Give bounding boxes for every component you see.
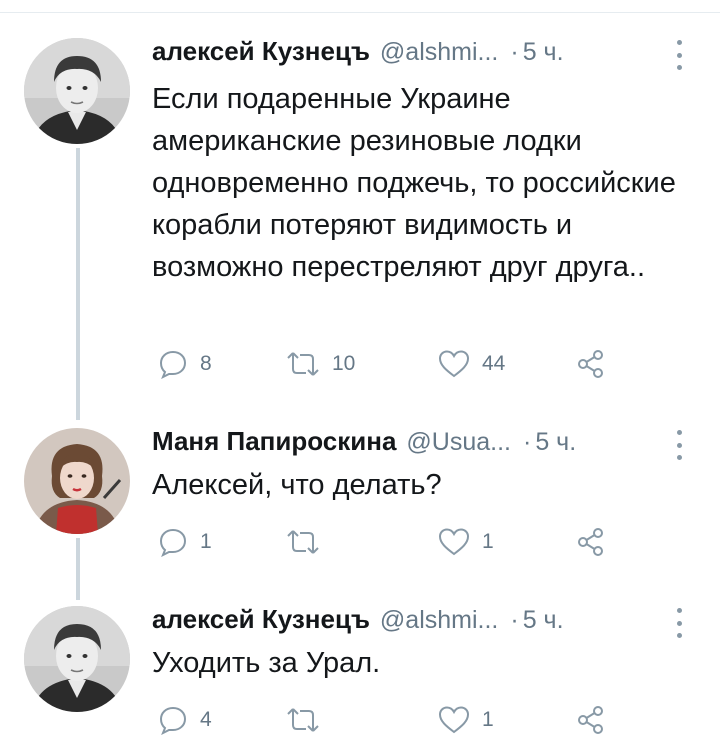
reply-icon [159,350,187,379]
avatar[interactable] [24,428,130,534]
separator-dot: · [510,38,519,66]
timestamp[interactable]: 5 ч. [523,606,564,635]
tweet[interactable]: алексей Кузнецъ @alshmi... · 5 ч. Уходит… [0,604,720,735]
tweet-header: Маня Папироскина @Usua... · 5 ч. [152,426,576,466]
display-name[interactable]: алексей Кузнецъ [152,604,370,635]
heart-icon [438,350,470,378]
tweet-text: Если подаренные Украине американские рез… [152,83,676,283]
reply-count: 4 [200,708,212,731]
retweet-button[interactable]: 10 [286,344,355,384]
user-handle[interactable]: @alshmi... [380,606,498,635]
share-button[interactable] [576,344,606,384]
reply-count: 1 [200,530,212,553]
avatar[interactable] [24,38,130,144]
retweet-icon [287,530,319,554]
like-count: 1 [482,530,494,553]
like-count: 44 [482,352,506,375]
share-button[interactable] [576,522,606,562]
user-handle[interactable]: @alshmi... [380,38,498,67]
more-vertical-icon[interactable] [672,608,686,638]
retweet-count: 10 [332,352,356,375]
retweet-button[interactable] [286,700,332,740]
action-bar: 1 1 [152,522,632,562]
tweet[interactable]: Маня Папироскина @Usua... · 5 ч. Алексей… [0,426,720,566]
action-bar: 8 10 44 [152,344,632,384]
display-name[interactable]: Маня Папироскина [152,426,396,457]
boy-portrait-avatar [24,38,130,144]
share-button[interactable] [576,700,606,740]
retweet-button[interactable] [286,522,332,562]
heart-icon [438,706,470,734]
share-icon [578,528,603,556]
like-button[interactable]: 1 [438,700,494,740]
boy-portrait-avatar [24,606,130,712]
reply-button[interactable]: 1 [158,522,212,562]
reply-button[interactable]: 8 [158,344,212,384]
separator-dot: · [523,428,532,456]
like-button[interactable]: 1 [438,522,494,562]
timestamp[interactable]: 5 ч. [535,428,576,457]
reply-icon [159,706,187,735]
share-icon [578,350,603,378]
reply-count: 8 [200,352,212,375]
tweet-text: Уходить за Урал. [152,647,381,679]
retweet-icon [287,352,319,376]
girl-portrait-avatar [24,428,130,534]
reply-icon [159,528,187,557]
retweet-icon [287,708,319,732]
avatar[interactable] [24,606,130,712]
top-divider [0,12,720,13]
tweet[interactable]: алексей Кузнецъ @alshmi... · 5 ч. Если п… [0,36,720,396]
separator-dot: · [510,606,519,634]
more-vertical-icon[interactable] [672,430,686,460]
share-icon [578,706,603,734]
like-count: 1 [482,708,494,731]
user-handle[interactable]: @Usua... [406,428,511,457]
tweet-header: алексей Кузнецъ @alshmi... · 5 ч. [152,604,564,644]
reply-button[interactable]: 4 [158,700,212,740]
more-vertical-icon[interactable] [672,40,686,70]
display-name[interactable]: алексей Кузнецъ [152,36,370,67]
timestamp[interactable]: 5 ч. [523,38,564,67]
like-button[interactable]: 44 [438,344,505,384]
tweet-header: алексей Кузнецъ @alshmi... · 5 ч. [152,36,564,76]
heart-icon [438,528,470,556]
tweet-text: Алексей, что делать? [152,469,442,501]
action-bar: 4 1 [152,700,632,740]
